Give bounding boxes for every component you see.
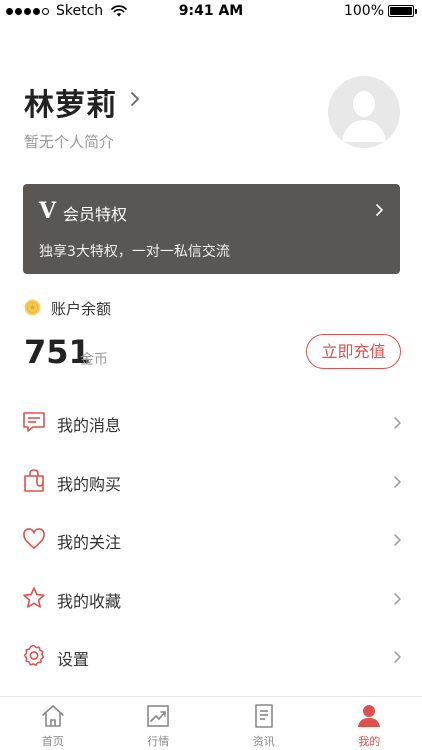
chevron-right-icon (376, 204, 383, 216)
tab-label: 资讯 (252, 735, 275, 748)
vip-card[interactable]: V 会员特权 独享3大特权，一对一私信交流 (23, 184, 400, 274)
menu-item-purchases[interactable]: 我的购买 (0, 453, 422, 512)
menu-item-label: 我的关注 (57, 533, 122, 552)
tab-mine[interactable]: 我的 (317, 697, 422, 750)
heart-icon (23, 528, 45, 549)
document-icon (254, 704, 273, 728)
chevron-right-icon (394, 417, 401, 429)
menu-item-label: 设置 (57, 650, 90, 669)
menu-item-messages[interactable]: 我的消息 (0, 394, 422, 453)
chevron-right-icon (394, 592, 401, 605)
chevron-right-icon (394, 475, 401, 488)
recharge-button[interactable]: 立即充值 (306, 334, 401, 369)
star-icon (23, 586, 45, 608)
menu-item-settings[interactable]: 设置 (0, 628, 422, 687)
tab-label: 行情 (147, 735, 170, 748)
tab-home[interactable]: 首页 (0, 697, 106, 750)
menu-item-label: 我的收藏 (57, 591, 122, 611)
vip-title: 会员特权 (63, 205, 128, 224)
chevron-right-icon[interactable] (128, 90, 142, 108)
tab-label: 我的 (358, 735, 381, 748)
tab-market[interactable]: 行情 (106, 697, 212, 750)
menu-list: 我的消息 我的购买 我的关注 我的收藏 设置 (0, 394, 422, 687)
tab-bar: 首页 行情 资讯 我的 (0, 696, 422, 750)
status-bar: Sketch 9:41 AM 100% (0, 0, 422, 24)
menu-item-favorites[interactable]: 我的收藏 (0, 570, 422, 629)
vip-logo: V (39, 198, 57, 224)
avatar-placeholder-icon (328, 76, 400, 148)
profile-bio: 暂无个人简介 (24, 133, 115, 151)
balance-unit: 金币 (80, 352, 108, 368)
battery-icon (388, 5, 417, 17)
tab-label: 首页 (41, 735, 64, 748)
shopping-bag-icon (24, 468, 44, 492)
status-right: 100% (343, 3, 417, 19)
gear-icon (23, 644, 45, 666)
chart-icon (147, 705, 170, 727)
battery-percent: 100% (343, 3, 384, 19)
tab-news[interactable]: 资讯 (211, 697, 317, 750)
profile-name[interactable]: 林萝莉 (24, 80, 117, 124)
chevron-right-icon (394, 651, 401, 663)
home-icon (41, 705, 64, 727)
coin-icon (24, 299, 41, 316)
menu-item-follows[interactable]: 我的关注 (0, 511, 422, 570)
menu-item-label: 我的购买 (57, 474, 122, 494)
menu-item-label: 我的消息 (57, 416, 122, 435)
chevron-right-icon (394, 534, 401, 546)
message-icon (23, 412, 45, 432)
balance-label: 账户余额 (51, 300, 112, 318)
person-icon (358, 705, 381, 727)
avatar[interactable] (328, 76, 400, 148)
vip-description: 独享3大特权，一对一私信交流 (39, 244, 230, 260)
